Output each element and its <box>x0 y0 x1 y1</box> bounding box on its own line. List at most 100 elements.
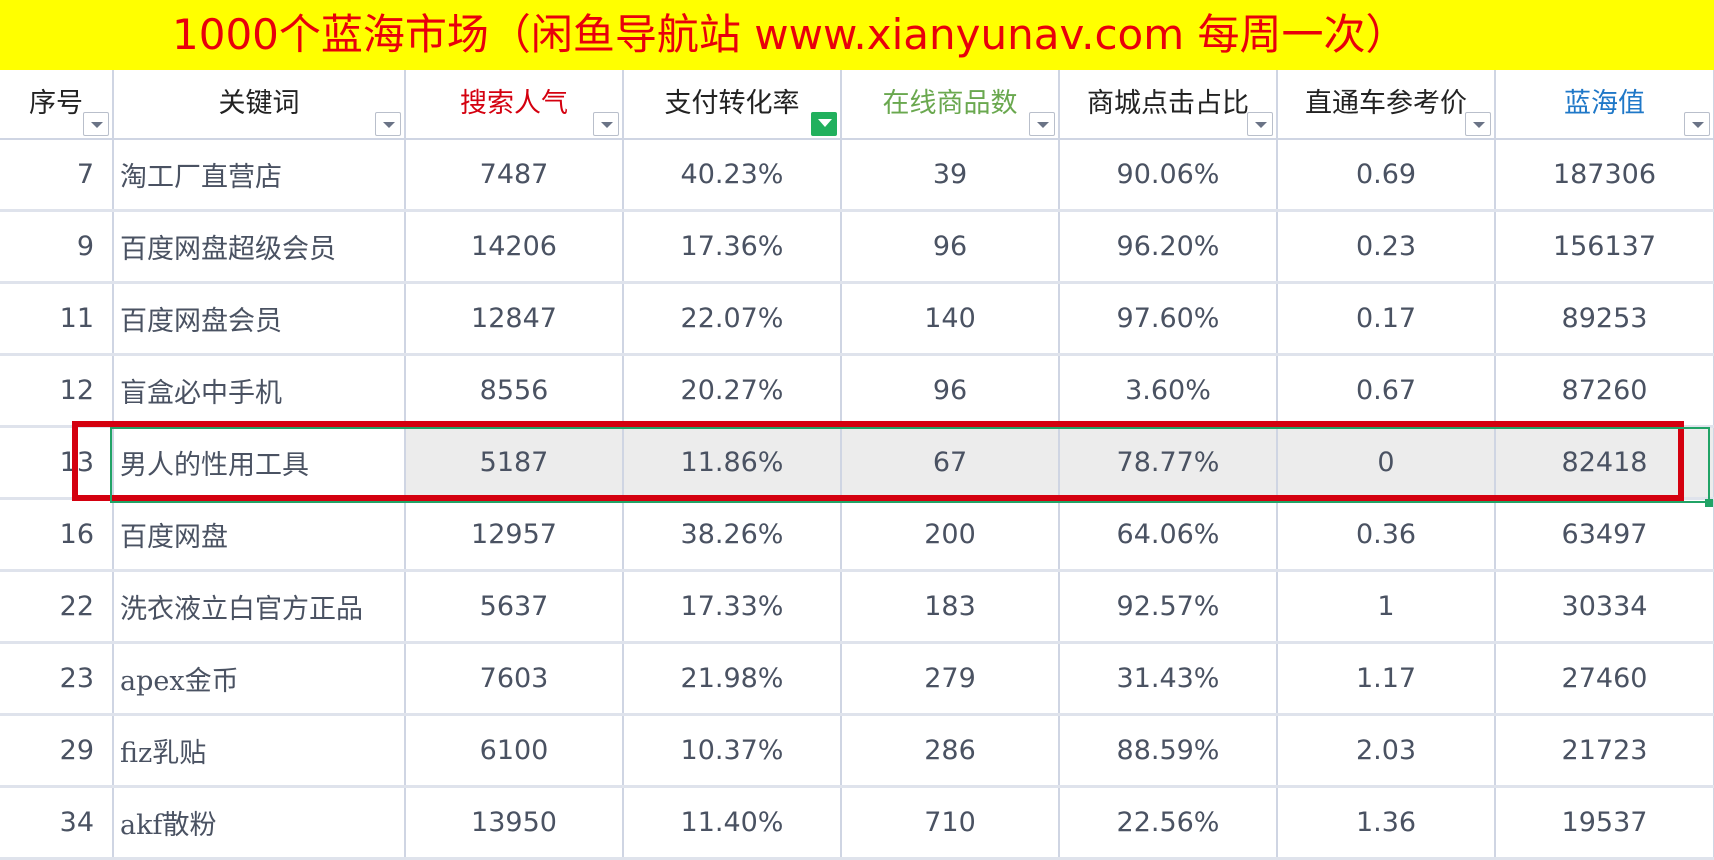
cell-index[interactable]: 34 <box>0 786 114 860</box>
cell-ztc-price[interactable]: 1.17 <box>1277 642 1496 716</box>
cell-ztc-price[interactable]: 0.36 <box>1277 498 1496 572</box>
cell-keyword[interactable]: 百度网盘会员 <box>113 282 406 356</box>
filter-dropdown-icon[interactable] <box>83 112 109 136</box>
cell-keyword[interactable]: 百度网盘超级会员 <box>113 210 406 284</box>
table-row[interactable]: 13 男人的性用工具 5187 11.86% 67 78.77% 0 82418 <box>0 426 1714 500</box>
filter-active-icon[interactable] <box>811 112 837 136</box>
cell-blue-ocean-value[interactable]: 30334 <box>1495 570 1714 644</box>
cell-online-items[interactable]: 140 <box>841 282 1060 356</box>
cell-conversion-rate[interactable]: 11.86% <box>623 426 842 500</box>
cell-keyword[interactable]: fiz乳贴 <box>113 714 406 788</box>
cell-online-items[interactable]: 710 <box>841 786 1060 860</box>
cell-online-items[interactable]: 286 <box>841 714 1060 788</box>
filter-dropdown-icon[interactable] <box>1247 112 1273 136</box>
cell-index[interactable]: 9 <box>0 210 114 284</box>
cell-blue-ocean-value[interactable]: 156137 <box>1495 210 1714 284</box>
header-search-popularity[interactable]: 搜索人气 <box>405 70 624 140</box>
cell-ztc-price[interactable]: 1 <box>1277 570 1496 644</box>
cell-search-popularity[interactable]: 5187 <box>405 426 624 500</box>
table-row[interactable]: 23 apex金币 7603 21.98% 279 31.43% 1.17 27460 <box>0 642 1714 716</box>
cell-search-popularity[interactable]: 7487 <box>405 139 624 212</box>
table-row[interactable]: 12 盲盒必中手机 8556 20.27% 96 3.60% 0.67 87260 <box>0 354 1714 428</box>
cell-search-popularity[interactable]: 6100 <box>405 714 624 788</box>
cell-keyword[interactable]: 淘工厂直营店 <box>113 139 406 212</box>
header-keyword[interactable]: 关键词 <box>113 70 406 140</box>
cell-index[interactable]: 22 <box>0 570 114 644</box>
cell-conversion-rate[interactable]: 22.07% <box>623 282 842 356</box>
cell-mall-click-ratio[interactable]: 96.20% <box>1059 210 1278 284</box>
cell-mall-click-ratio[interactable]: 88.59% <box>1059 714 1278 788</box>
cell-index[interactable]: 12 <box>0 354 114 428</box>
cell-search-popularity[interactable]: 13950 <box>405 786 624 860</box>
cell-conversion-rate[interactable]: 21.98% <box>623 642 842 716</box>
cell-conversion-rate[interactable]: 20.27% <box>623 354 842 428</box>
cell-keyword[interactable]: 盲盒必中手机 <box>113 354 406 428</box>
cell-keyword[interactable]: 洗衣液立白官方正品 <box>113 570 406 644</box>
cell-ztc-price[interactable]: 0.23 <box>1277 210 1496 284</box>
header-blue-ocean-value[interactable]: 蓝海值 <box>1495 70 1714 140</box>
filter-dropdown-icon[interactable] <box>1465 112 1491 136</box>
header-mall-click-ratio[interactable]: 商城点击占比 <box>1059 70 1278 140</box>
table-row[interactable]: 34 akf散粉 13950 11.40% 710 22.56% 1.36 19537 <box>0 786 1714 860</box>
cell-blue-ocean-value[interactable]: 89253 <box>1495 282 1714 356</box>
cell-ztc-price[interactable]: 0.67 <box>1277 354 1496 428</box>
cell-keyword[interactable]: apex金币 <box>113 642 406 716</box>
header-conversion-rate[interactable]: 支付转化率 <box>623 70 842 140</box>
cell-search-popularity[interactable]: 14206 <box>405 210 624 284</box>
cell-blue-ocean-value[interactable]: 87260 <box>1495 354 1714 428</box>
filter-dropdown-icon[interactable] <box>375 112 401 136</box>
filter-dropdown-icon[interactable] <box>1029 112 1055 136</box>
cell-mall-click-ratio[interactable]: 90.06% <box>1059 139 1278 212</box>
cell-mall-click-ratio[interactable]: 92.57% <box>1059 570 1278 644</box>
cell-keyword[interactable]: 男人的性用工具 <box>113 426 406 500</box>
cell-mall-click-ratio[interactable]: 64.06% <box>1059 498 1278 572</box>
header-ztc-price[interactable]: 直通车参考价 <box>1277 70 1496 140</box>
table-row[interactable]: 29 fiz乳贴 6100 10.37% 286 88.59% 2.03 21723 <box>0 714 1714 788</box>
cell-conversion-rate[interactable]: 17.33% <box>623 570 842 644</box>
table-row[interactable]: 11 百度网盘会员 12847 22.07% 140 97.60% 0.17 89253 <box>0 282 1714 356</box>
cell-mall-click-ratio[interactable]: 78.77% <box>1059 426 1278 500</box>
cell-mall-click-ratio[interactable]: 97.60% <box>1059 282 1278 356</box>
filter-dropdown-icon[interactable] <box>1684 112 1710 136</box>
cell-search-popularity[interactable]: 12957 <box>405 498 624 572</box>
cell-online-items[interactable]: 96 <box>841 210 1060 284</box>
cell-online-items[interactable]: 39 <box>841 139 1060 212</box>
cell-blue-ocean-value[interactable]: 19537 <box>1495 786 1714 860</box>
cell-ztc-price[interactable]: 0.17 <box>1277 282 1496 356</box>
cell-index[interactable]: 29 <box>0 714 114 788</box>
cell-index[interactable]: 16 <box>0 498 114 572</box>
header-index[interactable]: 序号 <box>0 70 114 140</box>
cell-search-popularity[interactable]: 12847 <box>405 282 624 356</box>
cell-online-items[interactable]: 279 <box>841 642 1060 716</box>
cell-search-popularity[interactable]: 5637 <box>405 570 624 644</box>
cell-conversion-rate[interactable]: 10.37% <box>623 714 842 788</box>
cell-online-items[interactable]: 183 <box>841 570 1060 644</box>
cell-conversion-rate[interactable]: 17.36% <box>623 210 842 284</box>
cell-blue-ocean-value[interactable]: 187306 <box>1495 139 1714 212</box>
cell-search-popularity[interactable]: 7603 <box>405 642 624 716</box>
table-row[interactable]: 7 淘工厂直营店 7487 40.23% 39 90.06% 0.69 187306 <box>0 139 1714 212</box>
cell-online-items[interactable]: 200 <box>841 498 1060 572</box>
cell-blue-ocean-value[interactable]: 63497 <box>1495 498 1714 572</box>
cell-mall-click-ratio[interactable]: 3.60% <box>1059 354 1278 428</box>
cell-ztc-price[interactable]: 0.69 <box>1277 139 1496 212</box>
table-row[interactable]: 16 百度网盘 12957 38.26% 200 64.06% 0.36 63497 <box>0 498 1714 572</box>
cell-blue-ocean-value[interactable]: 82418 <box>1495 426 1714 500</box>
table-row[interactable]: 9 百度网盘超级会员 14206 17.36% 96 96.20% 0.23 156137 <box>0 210 1714 284</box>
cell-ztc-price[interactable]: 0 <box>1277 426 1496 500</box>
cell-index[interactable]: 7 <box>0 139 114 212</box>
cell-ztc-price[interactable]: 1.36 <box>1277 786 1496 860</box>
cell-keyword[interactable]: 百度网盘 <box>113 498 406 572</box>
header-online-items[interactable]: 在线商品数 <box>841 70 1060 140</box>
cell-ztc-price[interactable]: 2.03 <box>1277 714 1496 788</box>
table-row[interactable]: 22 洗衣液立白官方正品 5637 17.33% 183 92.57% 1 30334 <box>0 570 1714 644</box>
cell-search-popularity[interactable]: 8556 <box>405 354 624 428</box>
cell-blue-ocean-value[interactable]: 21723 <box>1495 714 1714 788</box>
cell-blue-ocean-value[interactable]: 27460 <box>1495 642 1714 716</box>
cell-index[interactable]: 23 <box>0 642 114 716</box>
cell-conversion-rate[interactable]: 38.26% <box>623 498 842 572</box>
filter-dropdown-icon[interactable] <box>593 112 619 136</box>
cell-online-items[interactable]: 96 <box>841 354 1060 428</box>
cell-conversion-rate[interactable]: 40.23% <box>623 139 842 212</box>
spreadsheet[interactable]: 序号 关键词 搜索人气 支付转化率 在线商品数 商城点击占比 直通车参考价 蓝海值 7 淘工厂直… <box>0 70 1714 860</box>
